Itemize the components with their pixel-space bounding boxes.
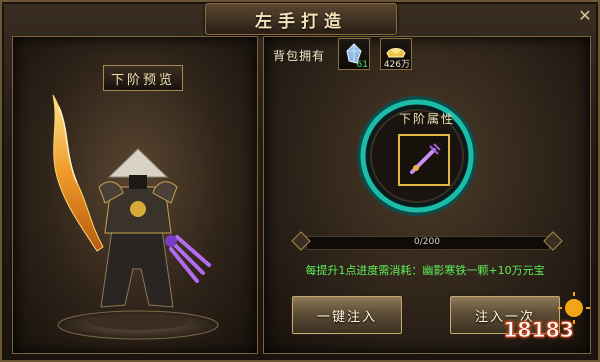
character-figure xyxy=(52,94,219,340)
crystal-item-slot[interactable]: 61 xyxy=(338,38,370,70)
inject-all-label: 一键注入 xyxy=(316,309,377,325)
close-icon[interactable]: ✕ xyxy=(574,4,596,26)
watermark-logo: 18183 xyxy=(503,318,575,343)
cost-note: 每提升1点进度需消耗：幽影寒铁一颗+10万元宝 xyxy=(305,264,545,277)
attribute-label-box: 下阶属性 xyxy=(390,110,464,126)
inject-all-button[interactable]: 一键注入 xyxy=(292,296,402,334)
gold-count: 426万 xyxy=(383,60,410,70)
crystal-count: 61 xyxy=(356,60,368,70)
gold-item-slot[interactable]: 426万 xyxy=(380,38,412,70)
attribute-label: 下阶属性 xyxy=(398,111,455,126)
preview-panel: 下阶预览 xyxy=(12,36,258,354)
dialog-title: 左手打造 xyxy=(255,11,347,32)
progress-cap-left xyxy=(291,231,311,251)
title-bar: 左手打造 xyxy=(205,3,397,35)
progress-cap-right xyxy=(543,231,563,251)
bag-label: 背包拥有 xyxy=(273,49,326,63)
claw-weapon-icon[interactable] xyxy=(398,134,450,186)
progress-text: 0/200 xyxy=(414,237,440,247)
